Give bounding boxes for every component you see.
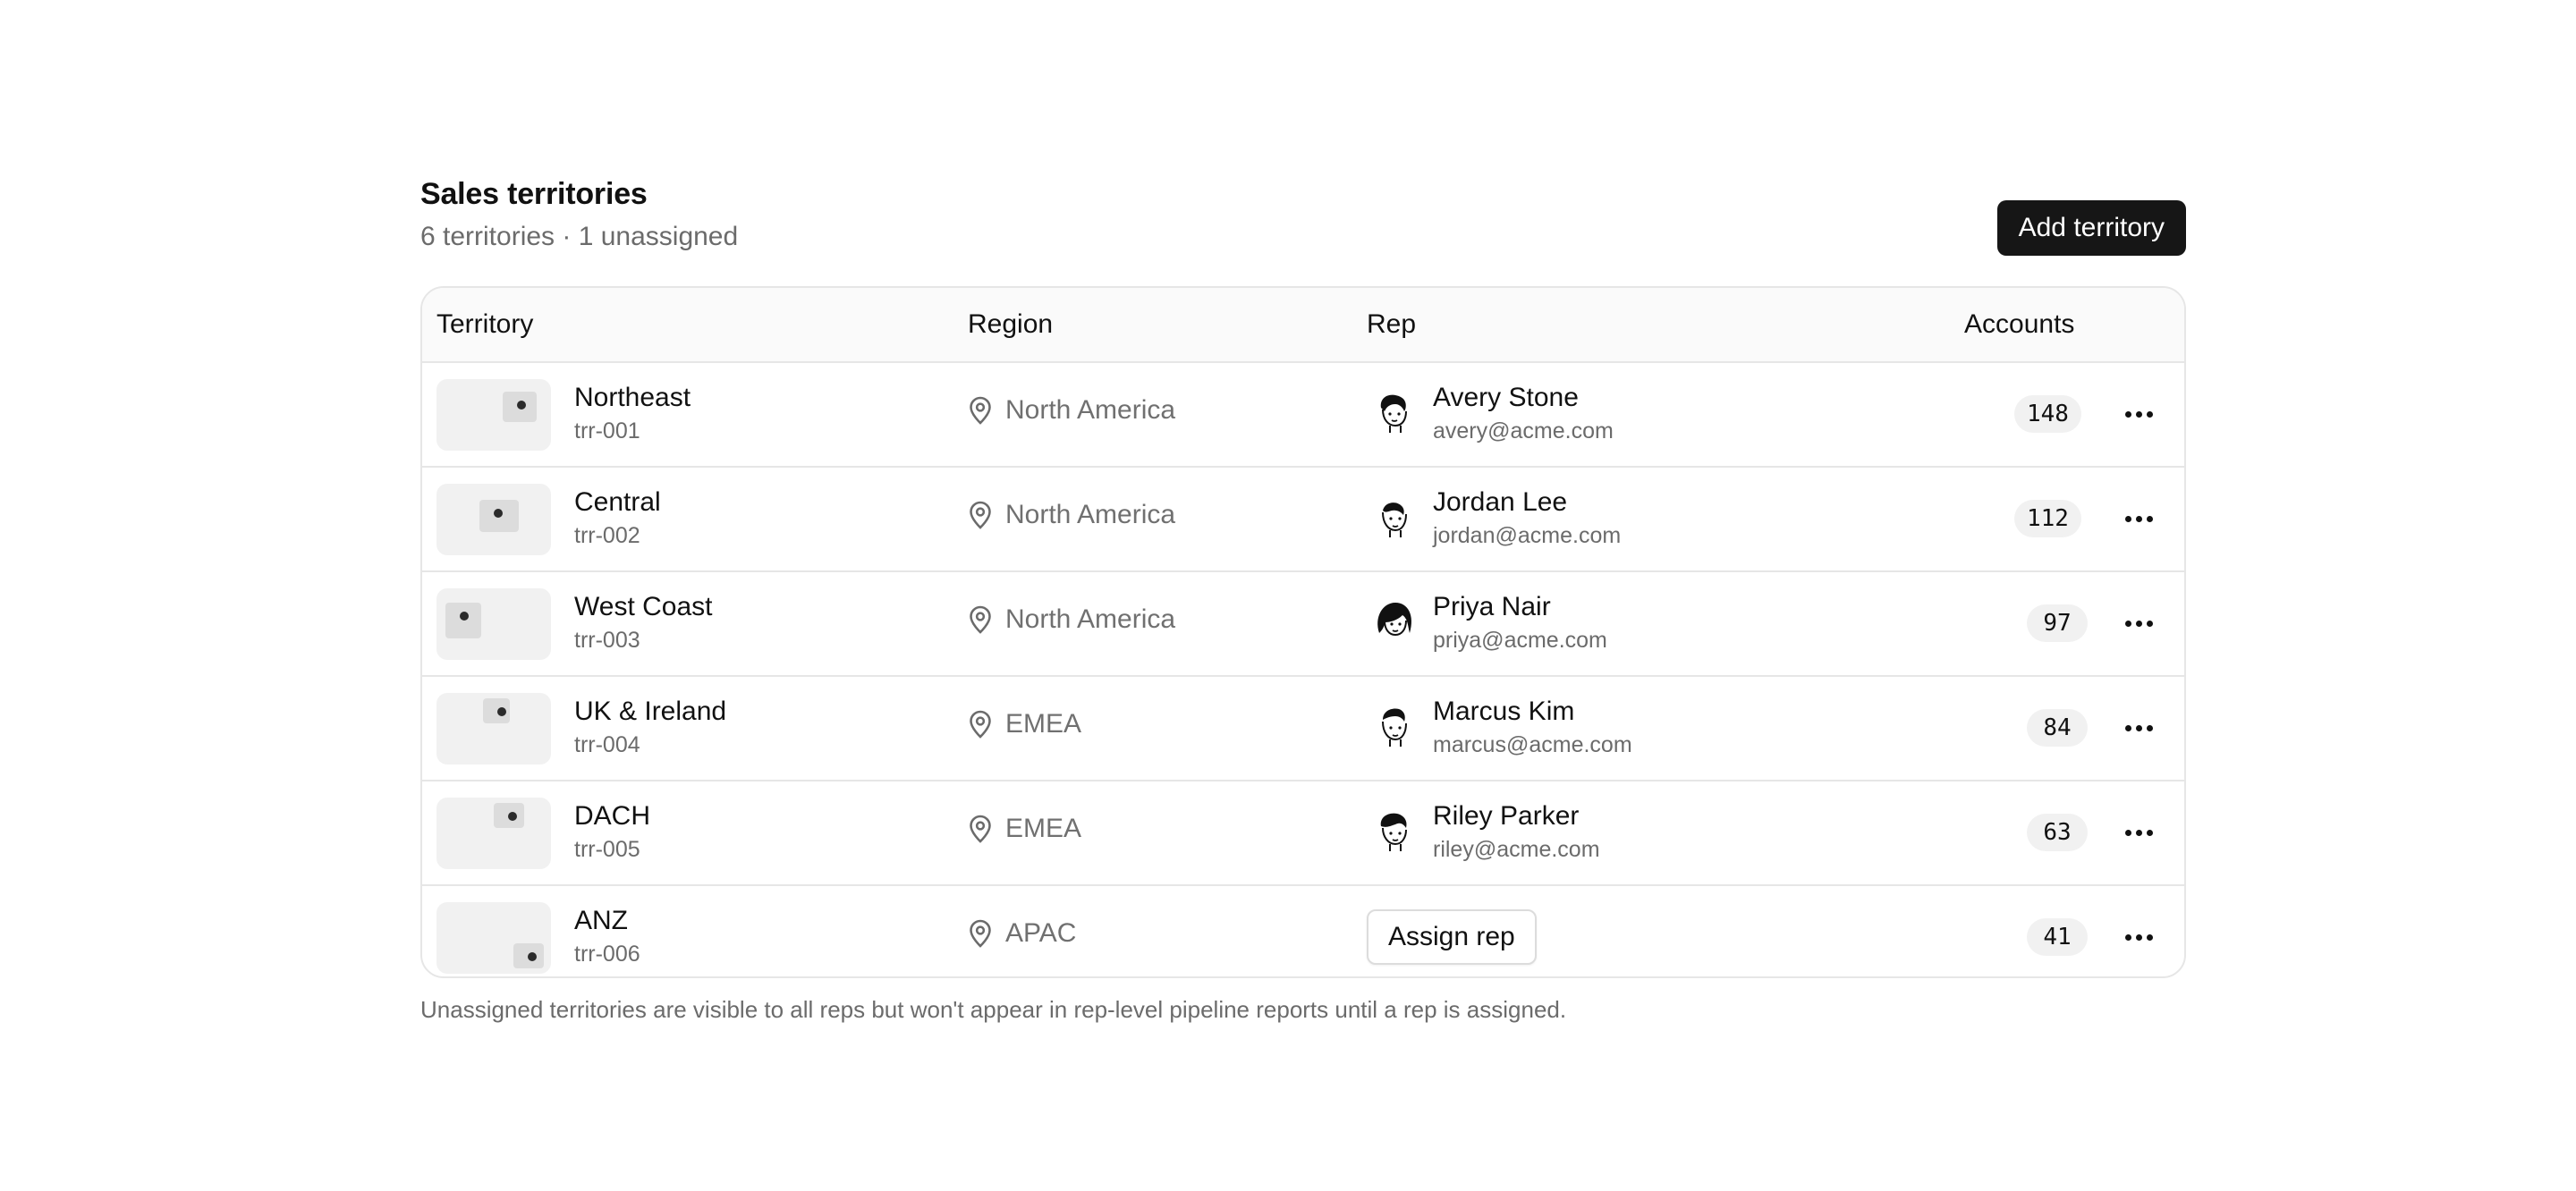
location-pin-icon xyxy=(970,605,991,634)
more-actions-icon[interactable] xyxy=(2122,609,2157,638)
more-actions-icon[interactable] xyxy=(2122,504,2157,533)
more-actions-icon[interactable] xyxy=(2122,818,2157,847)
region-cell: APAC xyxy=(968,918,1076,949)
map-thumbnail-icon xyxy=(436,902,551,974)
map-thumbnail-icon xyxy=(436,484,551,555)
territory-name: UK & Ireland xyxy=(574,697,727,726)
rep-name: Priya Nair xyxy=(1433,592,1551,621)
table-row[interactable]: DACH trr-005 EMEA Riley Parker riley@acm… xyxy=(422,781,2184,886)
region-label: EMEA xyxy=(1005,814,1082,843)
region-cell: EMEA xyxy=(968,709,1081,739)
region-cell: EMEA xyxy=(968,814,1081,844)
territories-page: Sales territories 6 territories · 1 unas… xyxy=(420,175,2186,1023)
region-label: North America xyxy=(1005,395,1176,425)
table-row[interactable]: Northeast trr-001 North America Avery St… xyxy=(422,363,2184,468)
more-actions-icon[interactable] xyxy=(2122,923,2157,951)
avatar-illustration-icon xyxy=(1380,813,1407,851)
location-pin-icon xyxy=(970,396,991,425)
territory-code: trr-001 xyxy=(574,418,640,443)
column-header-region: Region xyxy=(968,309,1054,339)
table-row[interactable]: Central trr-002 North America Jordan Lee… xyxy=(422,468,2184,572)
map-thumbnail-icon xyxy=(436,798,551,869)
territory-name: DACH xyxy=(574,801,651,831)
region-cell: North America xyxy=(968,500,1175,530)
avatar-illustration-icon xyxy=(1380,394,1407,433)
column-header-territory: Territory xyxy=(436,309,534,339)
avatar-illustration-icon xyxy=(1382,503,1407,537)
territory-code: trr-004 xyxy=(574,732,640,757)
table-row[interactable]: UK & Ireland trr-004 EMEA Marcus Kim mar… xyxy=(422,677,2184,781)
map-thumbnail-icon xyxy=(436,693,551,764)
avatar-illustration-icon xyxy=(1382,708,1407,747)
add-territory-button[interactable]: Add territory xyxy=(1996,200,2186,256)
column-header-accounts: Accounts xyxy=(1964,309,2075,339)
rep-email: jordan@acme.com xyxy=(1433,523,1622,548)
territory-code: trr-005 xyxy=(574,837,640,862)
table-header: Territory Region Rep Accounts xyxy=(422,288,2184,363)
location-pin-icon xyxy=(970,919,991,948)
more-actions-icon[interactable] xyxy=(2122,400,2157,428)
location-pin-icon xyxy=(970,710,991,739)
rep-email: priya@acme.com xyxy=(1433,628,1607,653)
region-label: North America xyxy=(1005,500,1176,529)
territory-code: trr-006 xyxy=(574,942,640,967)
rep-email: riley@acme.com xyxy=(1433,837,1600,862)
region-cell: North America xyxy=(968,395,1175,426)
more-actions-icon[interactable] xyxy=(2122,714,2157,742)
assign-rep-button[interactable]: Assign rep xyxy=(1367,909,1537,965)
rep-name: Riley Parker xyxy=(1433,801,1580,831)
accounts-count-badge: 112 xyxy=(2014,500,2081,537)
accounts-count-badge: 63 xyxy=(2027,814,2088,851)
accounts-count-badge: 148 xyxy=(2014,395,2081,433)
rep-name: Avery Stone xyxy=(1433,383,1579,412)
territory-name: Northeast xyxy=(574,383,691,412)
rep-email: avery@acme.com xyxy=(1433,418,1614,443)
location-pin-icon xyxy=(970,501,991,529)
map-thumbnail-icon xyxy=(436,379,551,451)
table-row[interactable]: West Coast trr-003 North America Priya N… xyxy=(422,572,2184,677)
region-label: North America xyxy=(1005,604,1176,634)
rep-email: marcus@acme.com xyxy=(1433,732,1632,757)
territory-name: West Coast xyxy=(574,592,713,621)
territory-code: trr-003 xyxy=(574,628,640,653)
page-title: Sales territories xyxy=(420,177,648,211)
region-label: APAC xyxy=(1005,918,1077,948)
page-header: Sales territories 6 territories · 1 unas… xyxy=(420,175,2186,283)
page-subtitle: 6 territories · 1 unassigned xyxy=(420,222,739,251)
table-row[interactable]: ANZ trr-006 APAC Assign rep 41 xyxy=(422,886,2184,976)
territory-code: trr-002 xyxy=(574,523,640,548)
accounts-count-badge: 97 xyxy=(2027,604,2088,642)
accounts-count-badge: 41 xyxy=(2027,918,2088,956)
rep-name: Jordan Lee xyxy=(1433,487,1568,517)
footnote: Unassigned territories are visible to al… xyxy=(420,996,1567,1023)
territories-table: Territory Region Rep Accounts Northeast … xyxy=(420,286,2186,978)
territory-name: ANZ xyxy=(574,906,628,935)
rep-name: Marcus Kim xyxy=(1433,697,1575,726)
accounts-count-badge: 84 xyxy=(2027,709,2088,747)
location-pin-icon xyxy=(970,815,991,843)
region-label: EMEA xyxy=(1005,709,1082,739)
avatar-illustration-icon xyxy=(1377,603,1412,637)
column-header-rep: Rep xyxy=(1367,309,1417,339)
territory-name: Central xyxy=(574,487,661,517)
map-thumbnail-icon xyxy=(436,588,551,660)
region-cell: North America xyxy=(968,604,1175,635)
